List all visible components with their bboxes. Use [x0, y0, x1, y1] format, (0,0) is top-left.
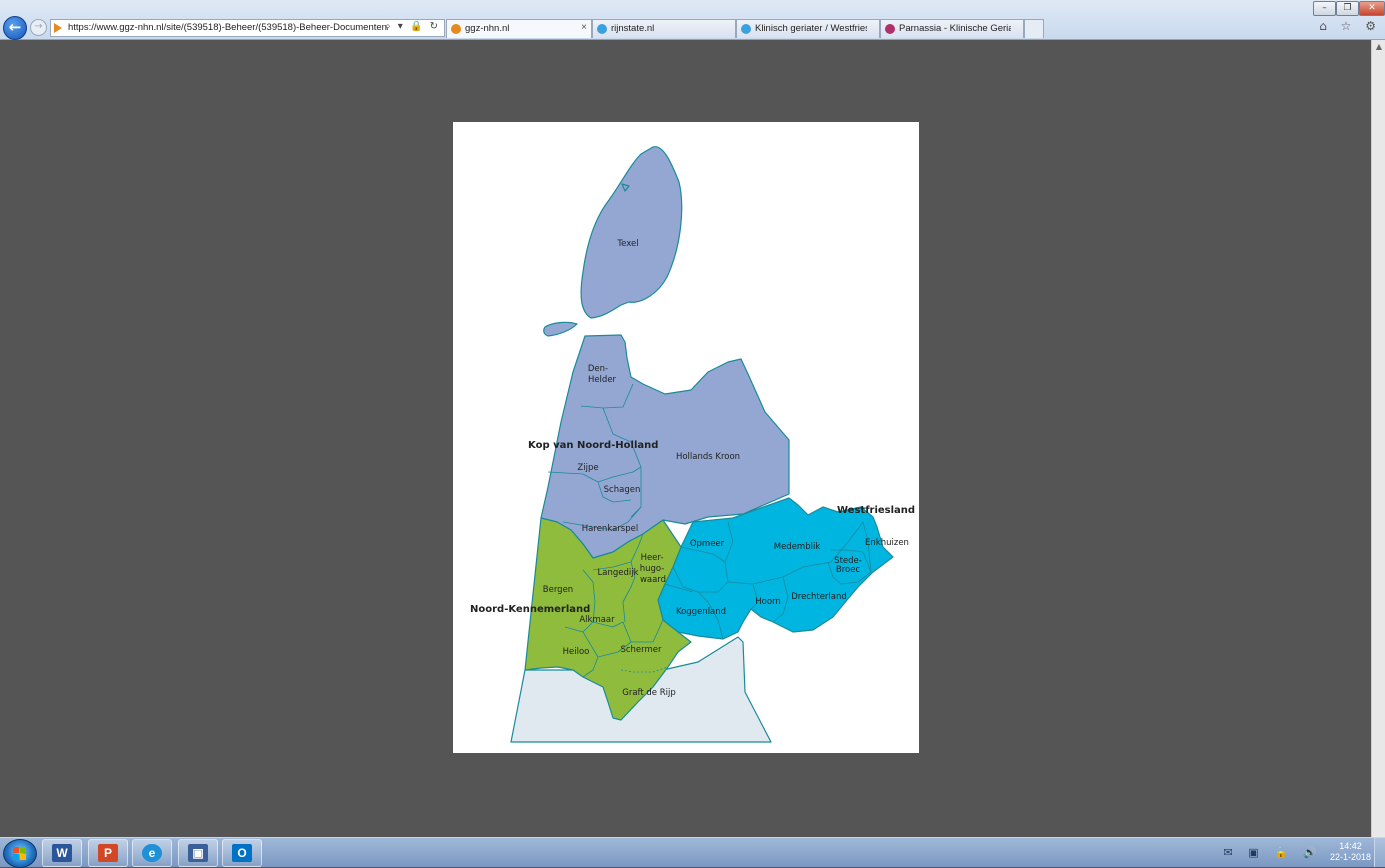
windows-logo-icon [13, 847, 26, 860]
label-langedijk: Langedijk [598, 568, 639, 578]
tab-label: Parnassia - Klinische Geriatrie ... [899, 23, 1011, 34]
label-harenkarspel: Harenkarspel [582, 524, 638, 534]
windows-taskbar: W P e ▣ O ✉ ▣ 🔒 🔊 14:42 22-1-2018 [0, 837, 1385, 868]
tab-westfriesgasthuis[interactable]: Klinisch geriater / Westfriesgas... [736, 19, 880, 38]
site-favicon-icon [54, 23, 62, 33]
tab-favicon-icon [451, 24, 461, 34]
taskbar-clock[interactable]: 14:42 22-1-2018 [1330, 841, 1371, 863]
remote-desktop-icon: ▣ [188, 844, 208, 862]
tab-label: Klinisch geriater / Westfriesgas... [755, 23, 867, 34]
label-drechterland: Drechterland [791, 592, 847, 602]
internet-explorer-icon: e [142, 844, 162, 862]
taskbar-internet-explorer[interactable]: e [132, 839, 172, 867]
address-url[interactable]: https://www.ggz-nhn.nl/site/(539518)-Beh… [68, 22, 388, 33]
label-texel: Texel [616, 239, 638, 249]
label-alkmaar: Alkmaar [579, 615, 615, 625]
region-label-kop: Kop van Noord-Holland [528, 440, 658, 451]
label-bergen: Bergen [543, 585, 573, 595]
region-label-kennemerland: Noord-Kennemerland [470, 604, 590, 615]
clock-time: 14:42 [1339, 841, 1362, 851]
taskbar-remote-desktop[interactable]: ▣ [178, 839, 218, 867]
address-bar[interactable]: https://www.ggz-nhn.nl/site/(539518)-Beh… [50, 19, 445, 37]
region-label-westfriesland: Westfriesland [837, 505, 915, 516]
label-hollands-kroon: Hollands Kroon [676, 452, 740, 462]
start-button[interactable] [3, 839, 37, 868]
label-schagen: Schagen [604, 485, 641, 495]
forward-button[interactable]: → [30, 19, 47, 36]
new-tab-button[interactable] [1024, 19, 1044, 38]
tab-rijnstate[interactable]: rijnstate.nl [592, 19, 736, 38]
map-document: Texel Den- Helder Hollands Kroon Zijpe S… [453, 122, 919, 753]
label-schermer: Schermer [620, 645, 662, 655]
back-button[interactable]: ← [3, 16, 27, 40]
taskbar-word[interactable]: W [42, 839, 82, 867]
minimize-button[interactable]: – [1313, 1, 1336, 16]
clock-date: 22-1-2018 [1329, 852, 1371, 862]
tab-parnassia[interactable]: Parnassia - Klinische Geriatrie ... [880, 19, 1024, 38]
vertical-scrollbar[interactable]: ▲ [1371, 40, 1385, 837]
ie-favicon-icon [741, 24, 751, 34]
label-zijpe: Zijpe [577, 463, 598, 473]
label-heerhugowaard-line3: waard [640, 575, 666, 585]
label-enkhuizen: Enkhuizen [865, 538, 909, 548]
show-desktop-button[interactable] [1374, 838, 1385, 867]
label-hoorn: Hoorn [755, 597, 781, 607]
outlook-icon: O [232, 844, 252, 862]
label-den-helder-line1: Den- [588, 364, 608, 374]
label-koggenland: Koggenland [676, 607, 726, 617]
address-tools-icons[interactable]: ⌕ ▾ 🔒 ↻ [385, 21, 440, 32]
taskbar-outlook[interactable]: O [222, 839, 262, 867]
system-tray-icons[interactable]: ✉ ▣ 🔒 🔊 [1224, 846, 1324, 859]
vlieland-island [543, 321, 578, 337]
texel-island [580, 146, 683, 319]
word-icon: W [52, 844, 72, 862]
tab-label: ggz-nhn.nl [465, 23, 510, 34]
tab-label: rijnstate.nl [611, 23, 655, 34]
powerpoint-icon: P [98, 844, 118, 862]
taskbar-powerpoint[interactable]: P [88, 839, 128, 867]
label-opmeer: Opmeer [690, 539, 725, 549]
label-stede-broec-line2: Broec [836, 565, 861, 575]
browser-chrome: – ❐ ✕ ← → https://www.ggz-nhn.nl/site/(5… [0, 0, 1385, 40]
tab-close-icon[interactable]: × [581, 22, 587, 33]
tab-ggz-nhn[interactable]: ggz-nhn.nl × [446, 19, 592, 38]
ie-favicon-icon [597, 24, 607, 34]
close-window-button[interactable]: ✕ [1359, 1, 1385, 16]
label-graft-de-rijp: Graft de Rijp [622, 688, 676, 698]
parnassia-favicon-icon [885, 24, 895, 34]
label-heerhugowaard-line1: Heer- [641, 553, 664, 563]
label-den-helder-line2: Helder [588, 375, 617, 385]
noord-holland-map: Texel Den- Helder Hollands Kroon Zijpe S… [470, 146, 915, 743]
label-medemblik: Medemblik [774, 542, 821, 552]
restore-button[interactable]: ❐ [1336, 1, 1359, 16]
scroll-up-icon[interactable]: ▲ [1372, 40, 1385, 54]
label-heiloo: Heiloo [563, 647, 590, 657]
home-favorites-tools-icons[interactable]: ⌂ ☆ ⚙ [1319, 19, 1381, 33]
label-heerhugowaard-line2: hugo- [640, 564, 665, 574]
